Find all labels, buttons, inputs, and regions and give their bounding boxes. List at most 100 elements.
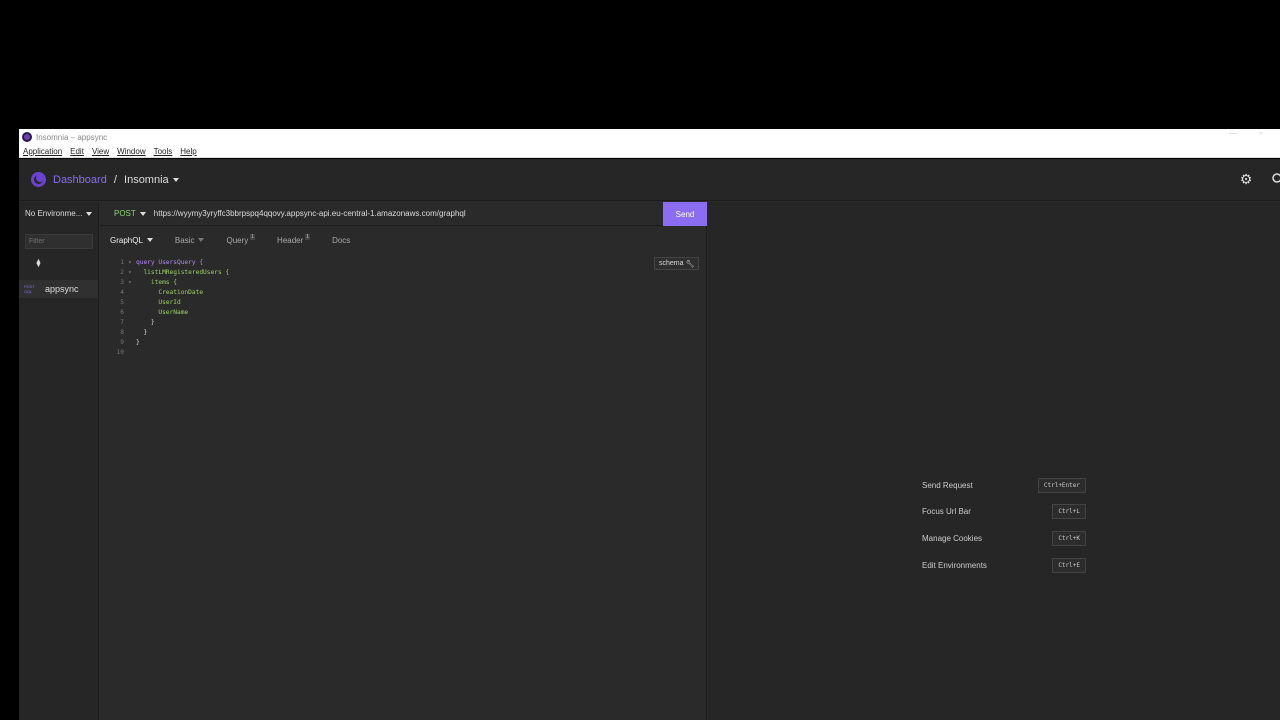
code-line: 4 CreationDate: [100, 288, 640, 298]
fold-gutter: [128, 328, 136, 338]
code-text: items {: [136, 279, 177, 286]
shortcut-keys: Ctrl+E: [1030, 557, 1086, 573]
filter-input[interactable]: [25, 234, 93, 249]
request-tabs: GraphQL Basic Query 1 Header 1 Docs: [100, 230, 707, 250]
line-number: 1: [120, 259, 124, 266]
fold-gutter: [128, 318, 136, 328]
sort-icon[interactable]: ▲ ▼: [35, 258, 42, 269]
code-text: UserId: [136, 299, 181, 306]
tab-query-label: Query: [226, 235, 249, 245]
shortcut-row: Manage Cookies Ctrl+K: [922, 525, 1086, 552]
line-number: 4: [120, 289, 124, 296]
menu-window[interactable]: Window: [117, 147, 145, 156]
shortcut-label: Edit Environments: [922, 560, 987, 570]
shortcut-keys: Ctrl+K: [1030, 530, 1086, 546]
request-method-badge: POST GQL: [24, 284, 38, 294]
fold-gutter: [128, 348, 136, 358]
url-bar: POST https://wyymy3yryffc3bbrpspq4qqovy.…: [100, 202, 707, 226]
tab-header[interactable]: Header 1: [277, 234, 311, 245]
request-pane: POST https://wyymy3yryffc3bbrpspq4qqovy.…: [100, 202, 707, 720]
chevron-down-icon: [172, 177, 179, 182]
line-number: 7: [120, 319, 124, 326]
fold-arrow-icon[interactable]: ▾: [128, 268, 136, 278]
tab-query[interactable]: Query 1: [226, 234, 256, 245]
window-controls: — ▫: [1229, 129, 1262, 138]
workspace-dropdown[interactable]: Insomnia: [124, 174, 179, 186]
menu-edit[interactable]: Edit: [70, 147, 84, 156]
menu-application[interactable]: Application: [23, 147, 62, 156]
line-number: 9: [120, 339, 124, 346]
fold-arrow-icon[interactable]: ▾: [128, 258, 136, 268]
code-line: 8 }: [100, 328, 640, 338]
line-number: 2: [120, 269, 124, 276]
shortcut-key: Ctrl+K: [1052, 530, 1086, 546]
insomnia-app-icon: [22, 132, 32, 142]
shortcut-key: Ctrl+Enter: [1037, 477, 1086, 493]
menu-view[interactable]: View: [92, 147, 109, 156]
shortcut-keys: Ctrl+L: [1030, 504, 1086, 520]
schema-label: schema: [659, 260, 684, 267]
fold-gutter: [128, 298, 136, 308]
chevron-down-icon: [146, 238, 153, 242]
gear-icon[interactable]: ⚙: [1239, 172, 1253, 186]
search-icon[interactable]: [1271, 172, 1280, 186]
fold-arrow-icon[interactable]: ▾: [128, 278, 136, 288]
code-line: 2 ▾ listLMRegisteredUsers {: [100, 268, 640, 278]
chevron-down-icon: [86, 211, 93, 216]
fold-gutter: [128, 308, 136, 318]
environment-dropdown[interactable]: No Environme...: [25, 209, 93, 218]
shortcut-row: Edit Environments Ctrl+E: [922, 552, 1086, 579]
code-text: }: [136, 319, 155, 326]
code-text: CreationDate: [136, 289, 204, 296]
code-line: 3 ▾ items {: [100, 278, 640, 288]
menu-tools[interactable]: Tools: [154, 147, 173, 156]
request-item[interactable]: POST GQL appsync: [19, 280, 98, 298]
line-number: 3: [120, 279, 124, 286]
maximize-icon[interactable]: ▫: [1259, 129, 1262, 138]
method-label: POST: [114, 209, 136, 218]
code-text: listLMRegisteredUsers {: [136, 269, 230, 276]
code-text: }: [136, 339, 140, 346]
code-line: 5 UserId: [100, 298, 640, 308]
tab-basic[interactable]: Basic: [175, 236, 205, 245]
shortcut-row: Send Request Ctrl+Enter: [922, 472, 1086, 499]
breadcrumb-dashboard[interactable]: Dashboard: [53, 174, 107, 186]
code-line: 6 UserName: [100, 308, 640, 318]
minimize-icon[interactable]: —: [1229, 129, 1237, 138]
breadcrumb-separator: /: [113, 173, 117, 186]
shortcut-label: Focus Url Bar: [922, 507, 971, 517]
line-number: 5: [120, 299, 124, 306]
workspace-name: Insomnia: [124, 173, 169, 186]
sidebar: No Environme... ▲▼ POSTGQL appsync: [19, 202, 99, 720]
code-line: 9}: [100, 338, 640, 348]
screen: Insomnia – appsync — ▫ Application Edit …: [0, 0, 1280, 720]
request-name: appsync: [45, 284, 79, 294]
tab-query-badge: 1: [250, 234, 256, 240]
code-text: query UsersQuery {: [136, 259, 204, 266]
graphql-editor[interactable]: 1 ▾ query UsersQuery {2 ▾ listLMRegisteredU…: [100, 258, 640, 358]
window-title: Insomnia – appsync: [36, 132, 108, 142]
menu-help[interactable]: Help: [180, 147, 196, 156]
app-header: Dashboard / Insomnia ⚙: [19, 159, 1280, 201]
breadcrumb: Dashboard / Insomnia: [53, 174, 179, 186]
code-text: }: [136, 329, 148, 336]
code-line: 10: [100, 348, 640, 358]
line-number: 8: [120, 329, 124, 336]
tab-header-label: Header: [277, 235, 304, 245]
method-dropdown[interactable]: POST: [114, 209, 146, 218]
shortcut-row: Focus Url Bar Ctrl+L: [922, 499, 1086, 526]
line-number: 6: [120, 309, 124, 316]
insomnia-logo-icon: [31, 172, 46, 187]
shortcut-keys: Ctrl+Enter: [1030, 477, 1086, 493]
chevron-down-icon: [198, 238, 205, 242]
code-text: UserName: [136, 309, 189, 316]
shortcut-key: Ctrl+L: [1052, 504, 1086, 520]
app: Dashboard / Insomnia ⚙ No Environme... ▲…: [19, 159, 1280, 720]
tab-graphql[interactable]: GraphQL: [110, 236, 153, 245]
send-button[interactable]: Send: [663, 202, 707, 226]
schema-button[interactable]: schema 🔧︎: [654, 257, 700, 270]
tab-docs[interactable]: Docs: [332, 236, 350, 245]
url-input[interactable]: https://wyymy3yryffc3bbrpspq4qqovy.appsy…: [154, 209, 466, 218]
tab-graphql-label: GraphQL: [110, 235, 143, 245]
wrench-icon: 🔧︎: [685, 260, 695, 268]
